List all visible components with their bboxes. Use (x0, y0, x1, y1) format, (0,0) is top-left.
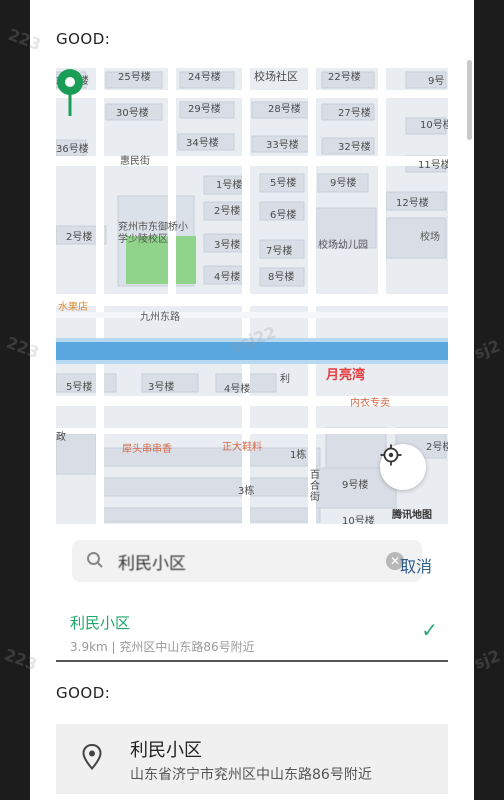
map-label-building: 28号楼 (268, 104, 301, 115)
cancel-button[interactable]: 取消 (400, 553, 432, 577)
search-result-item[interactable]: 利民小区 3.9km | 兖州区中山东路86号附近 ✓ (56, 600, 448, 662)
map-label-building: 4号楼 (214, 272, 241, 283)
map-poi-lingerie: 内衣专卖 (350, 398, 390, 409)
map-label-building: 8号楼 (268, 272, 295, 283)
map-poi-shoes: 正大鞋料 (222, 442, 262, 453)
map-label-building: 7号楼 (266, 246, 293, 257)
map-label-building: 2号楼 (214, 206, 241, 217)
locate-me-button[interactable] (380, 444, 426, 490)
map-label-building: 1栋 (290, 450, 307, 461)
search-bar[interactable]: 利民小区 ✕ (72, 540, 422, 582)
map-poi-baihe: 百合街 (310, 470, 320, 503)
map-label-building: 10号楼 (342, 516, 375, 524)
map-poi-restaurant: 犀头串串香 (122, 444, 172, 455)
result-title: 利民小区 (70, 614, 131, 632)
map-label-building: 22号楼 (328, 72, 361, 83)
map-label-building: 9号 (428, 76, 445, 87)
address-card[interactable]: 利民小区 山东省济宁市兖州区中山东路86号附近 (56, 724, 448, 794)
map-poi-kindergarten: 校场幼儿园 (318, 240, 368, 251)
search-input[interactable]: 利民小区 (118, 549, 186, 574)
map-poi-zheng: 政 (56, 432, 66, 443)
map-label-building: 24号楼 (188, 72, 221, 83)
right-frame (474, 0, 504, 800)
map-label-building: 32号楼 (338, 142, 371, 153)
map-label-building: 33号楼 (266, 140, 299, 151)
map-label-building: 36号楼 (56, 144, 89, 155)
map-label-building: 12号楼 (396, 198, 429, 209)
map-label-building: 10号楼 (420, 120, 448, 131)
map-label-building: 2号楼 (66, 232, 93, 243)
result-subtitle: 3.9km | 兖州区中山东路86号附近 (70, 640, 255, 654)
map-road-label: 惠民街 (120, 156, 150, 167)
map-label-building: 5号楼 (66, 382, 93, 393)
map-label-building: 2号楼 (426, 442, 448, 453)
map-marker-icon (82, 743, 102, 774)
content-card: GOOD: 25号楼 24号楼 校场社区 22号楼 9号 30号楼 29号楼 2… (30, 0, 474, 800)
map-label-building: 30号楼 (116, 108, 149, 119)
map-label-building: 29号楼 (188, 104, 221, 115)
location-pin-icon (57, 69, 83, 116)
map-label-building: 27号楼 (338, 108, 371, 119)
map-label-building: 11号楼 (418, 160, 448, 171)
map-label-building: 3号楼 (148, 382, 175, 393)
search-icon (86, 551, 104, 573)
map-label-building: 3栋 (238, 486, 255, 497)
good-heading-top: GOOD: (56, 30, 111, 48)
map-label-building: 1号楼 (216, 180, 243, 191)
address-title: 利民小区 (130, 740, 202, 761)
map-poi-fruit: 水果店 (58, 302, 88, 313)
map-label-building: 9号楼 (330, 178, 357, 189)
map-poi-moon: 月亮湾 (326, 368, 366, 383)
map-poi-xiaochang: 校场 (420, 232, 440, 243)
address-subtitle: 山东省济宁市兖州区中山东路86号附近 (130, 767, 372, 783)
tencent-map-logo: 腾讯地图 (392, 510, 432, 521)
map-road-label: 九州东路 (140, 312, 180, 323)
map-label-building: 9号楼 (342, 480, 369, 491)
map-poi-li: 利 (280, 374, 290, 385)
map-label-building: 4号楼 (224, 384, 251, 395)
crosshair-icon (380, 444, 402, 466)
scrollbar[interactable] (467, 60, 472, 140)
map-label-building: 3号楼 (214, 240, 241, 251)
map-label-building: 5号楼 (270, 178, 297, 189)
map-label-building: 6号楼 (270, 210, 297, 221)
left-frame (0, 0, 30, 800)
checkmark-icon: ✓ (421, 618, 438, 642)
map-label-building: 25号楼 (118, 72, 151, 83)
map-poi-school: 兖州市东御桥小学少陵校区 (118, 222, 188, 245)
map-label-building: 34号楼 (186, 138, 219, 149)
map-label-community: 校场社区 (254, 70, 298, 83)
map-view[interactable]: 25号楼 24号楼 校场社区 22号楼 9号 26号楼 30号楼 29号楼 28… (56, 68, 448, 524)
good-heading-bottom: GOOD: (56, 684, 111, 702)
